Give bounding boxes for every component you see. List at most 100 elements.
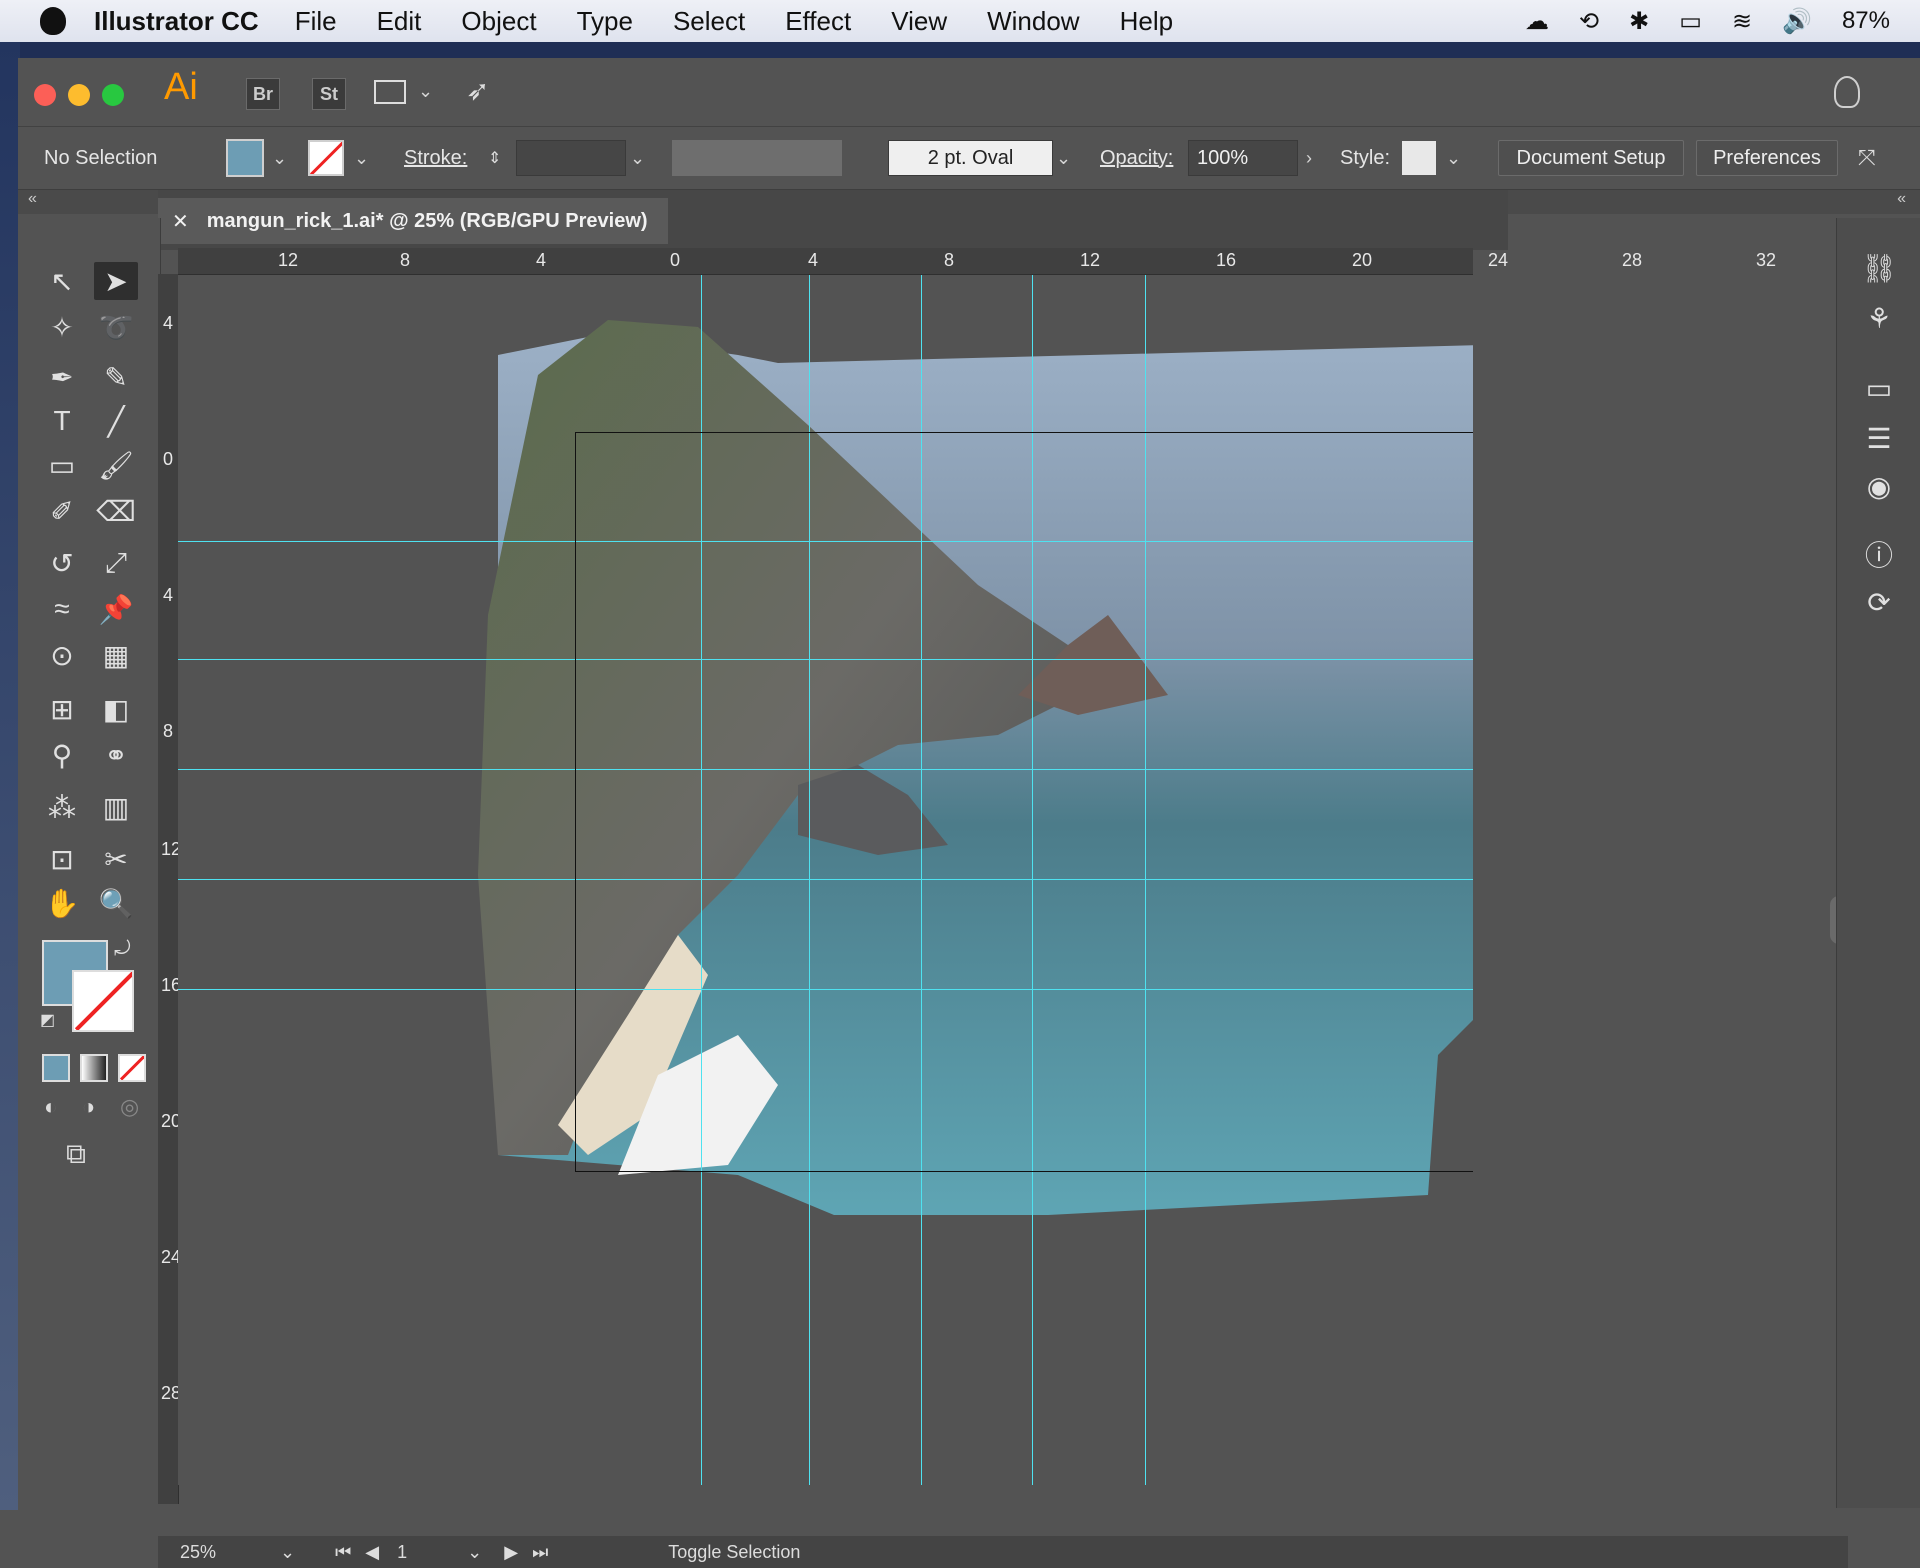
rotate-tool-icon[interactable]: ↺ bbox=[40, 544, 84, 582]
variable-width-profile[interactable] bbox=[672, 127, 842, 189]
info-panel-icon[interactable]: ⓘ bbox=[1837, 534, 1920, 574]
brush-dropdown[interactable]: ⌄ bbox=[1056, 127, 1071, 189]
menu-file[interactable]: File bbox=[295, 6, 337, 37]
document-setup-button[interactable]: Document Setup bbox=[1498, 140, 1684, 176]
stroke-color-swatch[interactable] bbox=[72, 970, 134, 1032]
eraser-tool-icon[interactable]: ⌫ bbox=[94, 492, 138, 530]
minimize-window-button[interactable] bbox=[68, 84, 90, 106]
zoom-dropdown-icon[interactable]: ⌄ bbox=[280, 1542, 295, 1563]
wifi-icon[interactable]: ≋ bbox=[1732, 7, 1752, 36]
direct-selection-tool-icon[interactable]: ➤ bbox=[94, 262, 138, 300]
time-machine-icon[interactable]: ⟲ bbox=[1579, 7, 1599, 36]
screen-mode-icon[interactable]: ⧉ bbox=[66, 1138, 86, 1171]
artboard-tool-icon[interactable]: ⊡ bbox=[40, 840, 84, 878]
apple-icon[interactable] bbox=[40, 7, 66, 35]
menu-object[interactable]: Object bbox=[461, 6, 536, 37]
artboard-number-field[interactable]: 1 bbox=[397, 1542, 467, 1563]
stroke-panel-icon[interactable]: ☰ bbox=[1837, 418, 1920, 458]
opacity-label[interactable]: Opacity: bbox=[1100, 127, 1173, 189]
battery-icon[interactable]: ▭ bbox=[1679, 7, 1702, 36]
type-tool-icon[interactable]: T bbox=[40, 402, 84, 440]
stroke-label[interactable]: Stroke: bbox=[404, 127, 467, 189]
perspective-grid-tool-icon[interactable]: ▦ bbox=[94, 636, 138, 674]
zoom-level-field[interactable]: 25% bbox=[180, 1542, 280, 1563]
chevron-down-icon[interactable]: ⌄ bbox=[418, 82, 433, 100]
gradient-panel-icon[interactable]: ▭ bbox=[1837, 368, 1920, 408]
stroke-dropdown[interactable]: ⌄ bbox=[354, 127, 369, 189]
creative-cloud-icon[interactable]: ☁ bbox=[1525, 7, 1549, 36]
menu-edit[interactable]: Edit bbox=[377, 6, 422, 37]
last-artboard-icon[interactable]: ⏭ bbox=[532, 1542, 548, 1563]
scale-tool-icon[interactable]: ⤢ bbox=[94, 544, 138, 582]
previous-artboard-icon[interactable]: ◀ bbox=[365, 1542, 379, 1563]
warp-tool-icon[interactable]: ≈ bbox=[40, 590, 84, 628]
collapse-toolbar-icon[interactable]: « bbox=[28, 190, 37, 208]
draw-behind-icon[interactable]: ◑ bbox=[82, 1094, 95, 1120]
column-graph-tool-icon[interactable]: ▥ bbox=[94, 788, 138, 826]
close-tab-icon[interactable]: ✕ bbox=[172, 209, 189, 234]
none-mode-icon[interactable] bbox=[118, 1054, 146, 1082]
menu-view[interactable]: View bbox=[891, 6, 947, 37]
graphic-style-swatch[interactable] bbox=[1402, 127, 1436, 189]
menu-app-name[interactable]: Illustrator CC bbox=[94, 6, 259, 37]
opacity-field[interactable]: 100% bbox=[1188, 127, 1298, 189]
bridge-button[interactable]: Br bbox=[246, 78, 280, 110]
arrange-documents-icon[interactable] bbox=[374, 80, 406, 104]
shaper-tool-icon[interactable]: ✐ bbox=[40, 492, 84, 530]
stroke-weight-dropdown[interactable]: ⌄ bbox=[630, 127, 645, 189]
navigator-panel-icon[interactable]: ⟳ bbox=[1837, 582, 1920, 622]
next-artboard-icon[interactable]: ▶ bbox=[504, 1542, 518, 1563]
transform-icon[interactable]: ⤧ bbox=[1858, 127, 1876, 189]
toggle-selection-status[interactable]: Toggle Selection bbox=[668, 1542, 800, 1563]
hand-tool-icon[interactable]: ✋ bbox=[40, 884, 84, 922]
curvature-tool-icon[interactable]: ✎ bbox=[94, 358, 138, 396]
slice-tool-icon[interactable]: ✂ bbox=[94, 840, 138, 878]
menu-type[interactable]: Type bbox=[577, 6, 633, 37]
pen-tool-icon[interactable]: ✒ bbox=[40, 358, 84, 396]
brush-definition[interactable]: 2 pt. Oval bbox=[888, 127, 1053, 189]
stock-button[interactable]: St bbox=[312, 78, 346, 110]
blend-tool-icon[interactable]: ⚭ bbox=[94, 736, 138, 774]
selection-tool-icon[interactable]: ↖ bbox=[40, 262, 84, 300]
symbol-sprayer-tool-icon[interactable]: ⁂ bbox=[40, 788, 84, 826]
artboard-dropdown-icon[interactable]: ⌄ bbox=[467, 1542, 482, 1563]
menu-window[interactable]: Window bbox=[987, 6, 1079, 37]
zoom-tool-icon[interactable]: 🔍 bbox=[94, 884, 138, 922]
magic-wand-tool-icon[interactable]: ✧ bbox=[40, 308, 84, 346]
paintbrush-tool-icon[interactable]: 🖌 bbox=[94, 446, 138, 484]
appearance-panel-icon[interactable]: ◉ bbox=[1837, 466, 1920, 506]
menu-select[interactable]: Select bbox=[673, 6, 745, 37]
gradient-tool-icon[interactable]: ◧ bbox=[94, 690, 138, 728]
color-mode-icon[interactable] bbox=[42, 1054, 70, 1082]
eyedropper-tool-icon[interactable]: ⚲ bbox=[40, 736, 84, 774]
close-window-button[interactable] bbox=[34, 84, 56, 106]
draw-inside-icon[interactable]: ◎ bbox=[120, 1094, 139, 1120]
links-panel-icon[interactable]: ⛓ bbox=[1837, 248, 1920, 288]
preferences-button[interactable]: Preferences bbox=[1696, 140, 1838, 176]
gradient-mode-icon[interactable] bbox=[80, 1054, 108, 1082]
puppet-warp-tool-icon[interactable]: 📌 bbox=[94, 590, 138, 628]
bluetooth-icon[interactable]: ✱ bbox=[1629, 7, 1649, 36]
opacity-arrow[interactable]: › bbox=[1302, 127, 1316, 189]
gpu-performance-icon[interactable]: ➶ bbox=[466, 74, 489, 107]
fill-dropdown[interactable]: ⌄ bbox=[272, 127, 287, 189]
first-artboard-icon[interactable]: ⏮ bbox=[335, 1542, 351, 1563]
lasso-tool-icon[interactable]: ➰ bbox=[94, 308, 138, 346]
libraries-panel-icon[interactable]: ⚘ bbox=[1837, 298, 1920, 338]
line-tool-icon[interactable]: ╱ bbox=[94, 402, 138, 440]
stroke-weight-stepper[interactable]: ⇕ bbox=[488, 127, 501, 189]
document-canvas[interactable] bbox=[178, 275, 1473, 1485]
menu-effect[interactable]: Effect bbox=[785, 6, 851, 37]
document-tab[interactable]: ✕ mangun_rick_1.ai* @ 25% (RGB/GPU Previ… bbox=[158, 198, 668, 244]
draw-normal-icon[interactable]: ◐ bbox=[44, 1094, 57, 1120]
default-fill-stroke-icon[interactable]: ◩ bbox=[40, 1010, 55, 1030]
fill-swatch[interactable] bbox=[226, 127, 264, 189]
lightbulb-icon[interactable] bbox=[1834, 76, 1860, 108]
collapse-panels-icon[interactable]: « bbox=[1897, 190, 1906, 208]
mesh-tool-icon[interactable]: ⊞ bbox=[40, 690, 84, 728]
rectangle-tool-icon[interactable]: ▭ bbox=[40, 446, 84, 484]
menu-help[interactable]: Help bbox=[1120, 6, 1173, 37]
stroke-weight-field[interactable] bbox=[516, 127, 626, 189]
free-transform-tool-icon[interactable]: ⊙ bbox=[40, 636, 84, 674]
zoom-window-button[interactable] bbox=[102, 84, 124, 106]
